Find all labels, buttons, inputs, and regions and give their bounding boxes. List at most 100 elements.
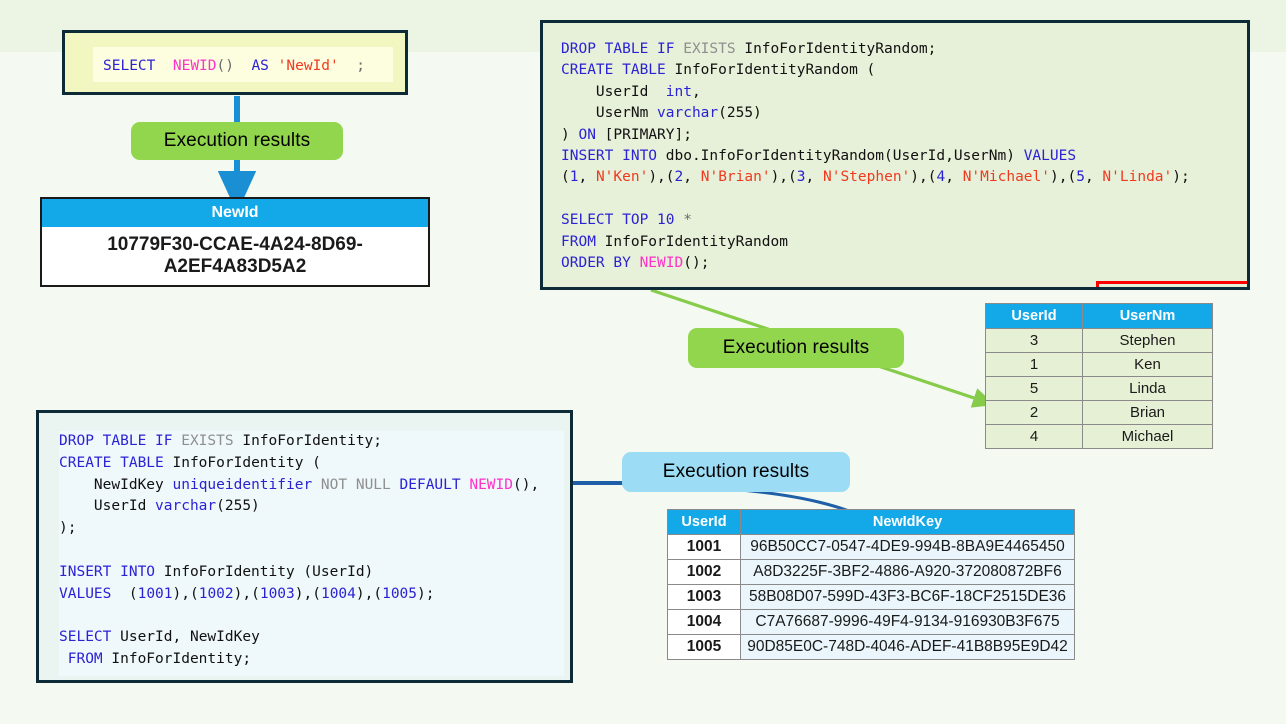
code-token: InfoForIdentityRandom ( <box>665 62 876 79</box>
cell-newidkey: 90D85E0C-748D-4046-ADEF-41B8B95E9D42 <box>740 634 1075 660</box>
cell-usernm: Stephen <box>1082 328 1213 353</box>
column-header-userid: UserId <box>985 303 1083 329</box>
code-token: SELECT TOP <box>561 212 658 229</box>
code-block-select-newid[interactable]: SELECT NEWID() AS 'NewId' ; <box>62 30 408 95</box>
code-token: VALUES <box>59 585 112 602</box>
code-token: ),( <box>910 169 937 186</box>
column-header-newid: NewId <box>41 198 429 227</box>
code-token: int <box>665 83 692 100</box>
table-row: 10779F30-CCAE-4A24-8D69-A2EF4A83D5A2 <box>41 227 429 286</box>
code-token: NEWID <box>639 255 684 272</box>
table-row: 1001 96B50CC7-0547-4DE9-994B-8BA9E446545… <box>667 534 1075 560</box>
code-content-random-order: DROP TABLE IF EXISTS InfoForIdentityRand… <box>561 39 1241 283</box>
result-table-newidkey: UserId NewIdKey 1001 96B50CC7-0547-4DE9-… <box>667 509 1075 660</box>
code-token: VALUES <box>1023 148 1077 165</box>
cell-newidkey: 58B08D07-599D-43F3-BC6F-18CF2515DE36 <box>740 584 1075 610</box>
code-token: NEWID <box>469 476 513 493</box>
code-token: , <box>1084 169 1103 186</box>
code-token: ON <box>578 126 596 143</box>
code-line: SELECT TOP 10 * <box>561 210 1241 231</box>
code-token: , <box>945 169 963 186</box>
table-header-row: UserId NewIdKey <box>667 509 1075 535</box>
code-token: ORDER BY <box>561 255 631 272</box>
code-token: ) <box>561 126 579 143</box>
code-token: * <box>683 212 692 229</box>
cell-newidkey: 96B50CC7-0547-4DE9-994B-8BA9E4465450 <box>740 534 1075 560</box>
code-line: FROM InfoForIdentityRandom <box>561 232 1241 253</box>
code-token: CREATE TABLE <box>59 454 164 471</box>
code-token: [PRIMARY]; <box>595 126 692 143</box>
code-token: (); <box>683 255 710 272</box>
code-line: UserId varchar(255) <box>59 496 564 518</box>
code-token: , <box>805 169 823 186</box>
code-token: InfoForIdentity ( <box>163 454 321 471</box>
code-line: (1, N'Ken'),(2, N'Brian'),(3, N'Stephen'… <box>561 167 1241 188</box>
callout-execution-results-1: Execution results <box>131 122 343 160</box>
code-token: UserNm <box>561 105 658 122</box>
code-token: AS <box>251 58 269 74</box>
code-token: NewIdKey <box>59 476 173 493</box>
code-token: ); <box>59 520 77 537</box>
code-line: NewIdKey uniqueidentifier NOT NULL DEFAU… <box>59 475 564 497</box>
code-token: ),( <box>233 585 260 602</box>
code-token: DROP TABLE IF <box>561 41 684 57</box>
code-token: 10 <box>657 212 675 229</box>
code-token: dbo.InfoForIdentityRandom(UserId,UserNm) <box>657 148 1024 165</box>
code-token: UserId <box>59 498 156 515</box>
code-token: uniqueidentifier <box>172 476 313 493</box>
code-line: ) ON [PRIMARY]; <box>561 125 1241 146</box>
table-row: 1003 58B08D07-599D-43F3-BC6F-18CF2515DE3… <box>667 584 1075 610</box>
result-table-users: UserId UserNm 3 Stephen 1 Ken 5 Linda 2 … <box>985 303 1213 449</box>
code-line: ORDER BY NEWID(); <box>561 253 1241 274</box>
code-token: (255) <box>216 498 260 515</box>
code-token: UserId, NewIdKey <box>111 629 260 646</box>
code-token: 1005 <box>382 585 418 602</box>
callout-label: Execution results <box>163 130 311 151</box>
code-block-identity-default[interactable]: DROP TABLE IF EXISTS InfoForIdentity; CRE… <box>36 410 573 683</box>
code-token: NEWID <box>172 58 217 74</box>
code-token: varchar <box>657 105 719 122</box>
code-line: VALUES (1001),(1002),(1003),(1004),(1005… <box>59 584 564 606</box>
table-row: 3 Stephen <box>985 328 1213 353</box>
table-row: 1005 90D85E0C-748D-4046-ADEF-41B8B95E9D4… <box>667 634 1075 660</box>
code-token: 1004 <box>320 585 356 602</box>
code-line: UserId int, <box>561 82 1241 103</box>
table-row: 2 Brian <box>985 400 1213 425</box>
code-content-select-newid: SELECT NEWID() AS 'NewId' ; <box>93 47 393 82</box>
code-token: N'Brian' <box>700 169 771 186</box>
callout-execution-results-2: Execution results <box>688 328 904 368</box>
code-token: ); <box>1172 169 1190 186</box>
cell-userid: 1005 <box>667 634 741 660</box>
table-row: 1002 A8D3225F-3BF2-4886-A920-372080872BF… <box>667 559 1075 585</box>
code-token: 2 <box>674 169 684 186</box>
code-token: FROM <box>561 233 596 250</box>
code-token: () <box>216 58 234 74</box>
code-token: ); <box>417 585 435 602</box>
code-token: ; <box>356 58 365 74</box>
code-token: INSERT INTO <box>59 563 156 580</box>
code-line: CREATE TABLE InfoForIdentity ( <box>59 453 564 475</box>
cell-userid: 1001 <box>667 534 741 560</box>
callout-label: Execution results <box>662 461 810 482</box>
cell-usernm: Ken <box>1082 352 1213 377</box>
code-token: InfoForIdentityRandom <box>595 233 788 250</box>
code-token: CREATE TABLE <box>561 62 666 79</box>
cell-userid: 1 <box>985 352 1083 377</box>
code-token: (), <box>513 476 540 493</box>
code-token: (255) <box>718 105 762 122</box>
code-line: INSERT INTO InfoForIdentity (UserId) <box>59 562 564 584</box>
code-token: 3 <box>796 169 806 186</box>
code-block-random-order[interactable]: DROP TABLE IF EXISTS InfoForIdentityRand… <box>540 20 1250 290</box>
cell-userid: 4 <box>985 424 1083 449</box>
cell-usernm: Brian <box>1082 400 1213 425</box>
code-token: varchar <box>155 498 217 515</box>
code-token: INSERT INTO <box>561 148 658 165</box>
code-token: N'Michael' <box>962 169 1051 186</box>
code-token: , <box>683 169 701 186</box>
column-header-usernm: UserNm <box>1082 303 1213 329</box>
